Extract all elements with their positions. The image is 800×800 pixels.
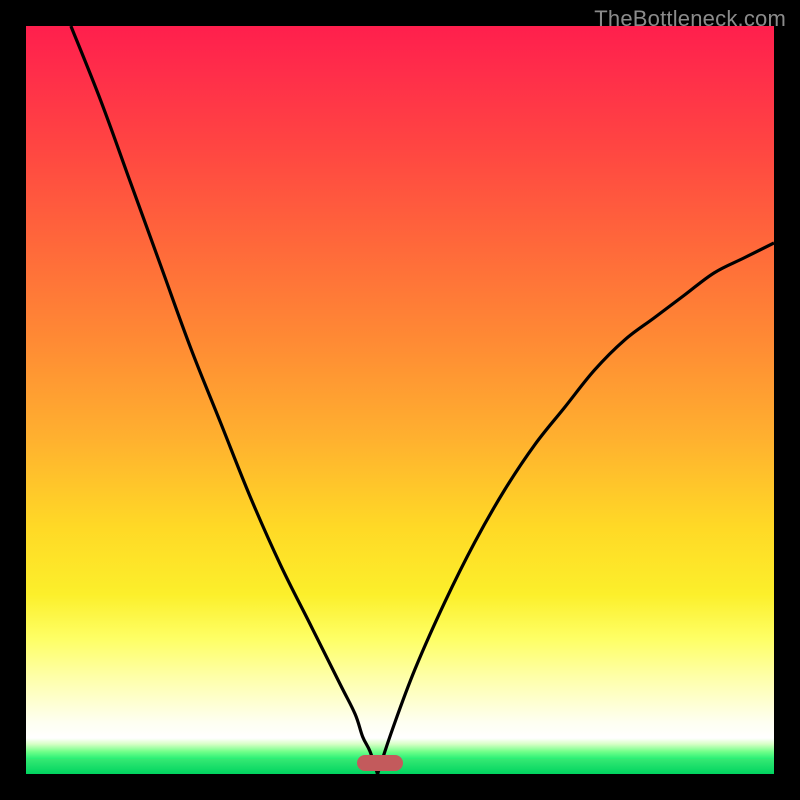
- optimal-range-marker: [357, 755, 403, 771]
- bottleneck-curve: [26, 26, 774, 774]
- source-watermark: TheBottleneck.com: [594, 6, 786, 32]
- curve-left-branch: [71, 26, 378, 774]
- curve-right-branch: [378, 243, 774, 774]
- plot-area: [26, 26, 774, 774]
- chart-frame: TheBottleneck.com: [0, 0, 800, 800]
